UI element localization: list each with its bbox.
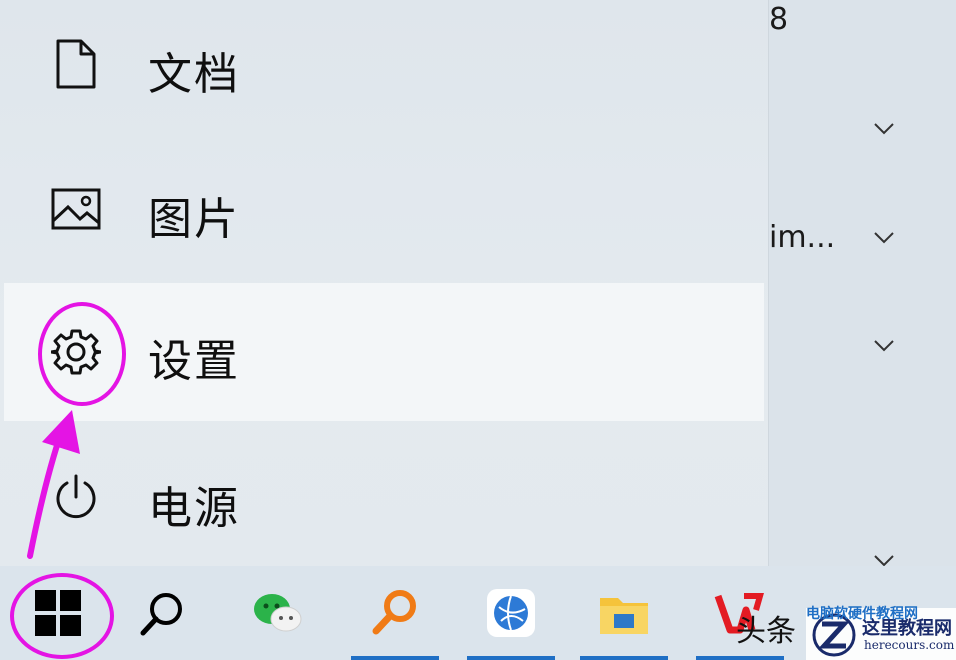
picture-icon <box>48 181 104 237</box>
wechat-icon <box>254 594 302 632</box>
active-app-indicator <box>351 656 439 660</box>
document-icon <box>48 36 104 92</box>
right-panel-text-mid: im... <box>769 220 836 255</box>
watermark-overlay-text: 头条 <box>736 614 796 649</box>
file-explorer-button[interactable] <box>574 566 674 660</box>
search-button[interactable] <box>112 566 212 660</box>
menu-item-label: 图片 <box>148 194 240 245</box>
right-panel-text-top: 8 <box>769 2 789 37</box>
search-app-button[interactable] <box>345 566 445 660</box>
menu-item-documents[interactable]: 文档 <box>0 0 768 130</box>
search-icon <box>140 593 182 636</box>
menu-item-label: 设置 <box>148 336 240 387</box>
menu-item-power[interactable]: 电源 <box>0 430 768 560</box>
annotation-circle-start <box>10 573 114 659</box>
menu-item-pictures[interactable]: 图片 <box>0 145 768 275</box>
browser-icon <box>487 589 535 637</box>
active-app-indicator <box>696 656 784 660</box>
menu-item-label: 文档 <box>148 49 240 100</box>
watermark-url: herecours.com <box>864 638 955 652</box>
chevron-down-icon[interactable] <box>873 339 895 353</box>
active-app-indicator <box>580 656 668 660</box>
magnifier-app-icon <box>372 590 416 635</box>
wechat-button[interactable] <box>228 566 328 660</box>
chevron-down-icon[interactable] <box>873 122 895 136</box>
right-panel: 8 im... <box>768 0 956 567</box>
chevron-down-icon[interactable] <box>873 231 895 245</box>
start-menu: 文档 图片 设置 电源 <box>0 0 768 566</box>
folder-icon <box>600 598 648 634</box>
browser-button[interactable] <box>461 566 561 660</box>
power-icon <box>48 470 104 526</box>
menu-item-label: 电源 <box>148 483 240 534</box>
watermark-top-text: 电脑软硬件教程网 <box>806 606 918 622</box>
annotation-circle-settings <box>38 302 126 406</box>
active-app-indicator <box>467 656 555 660</box>
